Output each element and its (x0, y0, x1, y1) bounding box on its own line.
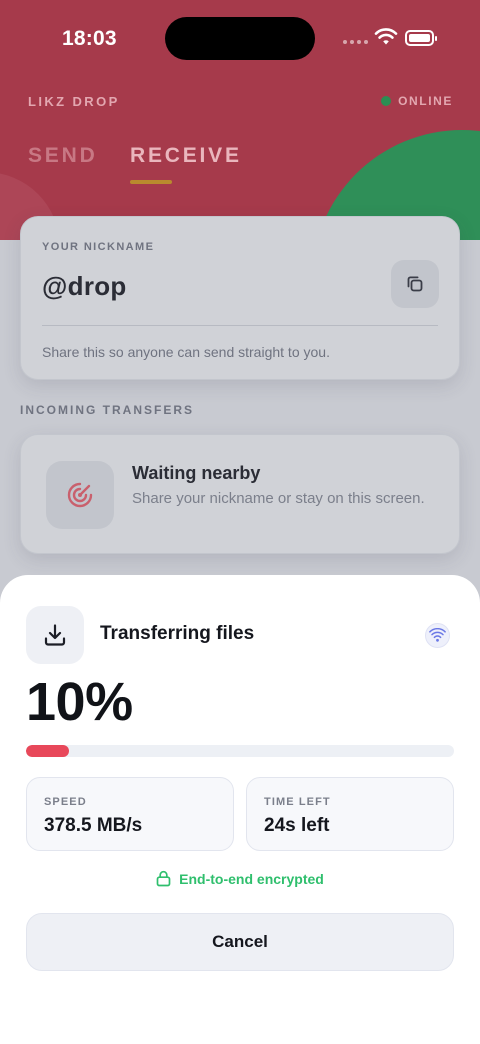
nickname-help-text: Share this so anyone can send straight t… (42, 344, 330, 360)
waiting-card: Waiting nearby Share your nickname or st… (20, 434, 460, 554)
nickname-value: @drop (42, 271, 127, 301)
lock-icon (156, 870, 171, 887)
speed-label: SPEED (44, 796, 87, 808)
copy-nickname-button[interactable] (391, 260, 439, 308)
app-brand: LIKZ DROP (28, 94, 120, 109)
active-tab-indicator (130, 180, 172, 184)
connection-badge (425, 623, 450, 648)
cellular-signal-icon (343, 40, 368, 44)
online-dot-icon (381, 96, 392, 106)
progress-bar-fill (26, 745, 69, 757)
status-time: 18:03 (62, 27, 117, 50)
cancel-button[interactable]: Cancel (26, 913, 454, 971)
download-icon-box (26, 606, 84, 664)
dynamic-island (165, 17, 315, 60)
online-status-label: ONLINE (398, 94, 453, 108)
copy-icon (407, 276, 423, 292)
status-bar: 18:03 (0, 0, 480, 80)
waiting-title: Waiting nearby (132, 463, 261, 483)
waiting-subtitle: Share your nickname or stay on this scre… (132, 490, 425, 507)
wifi-icon (429, 628, 446, 642)
wifi-status-icon (374, 28, 398, 45)
online-status: ONLINE (381, 94, 453, 108)
tab-send[interactable]: SEND (28, 144, 98, 168)
battery-icon (405, 30, 437, 46)
radar-icon (67, 482, 93, 508)
download-icon (44, 624, 66, 646)
speed-card: SPEED 378.5 MB/s (26, 777, 234, 851)
speed-value: 378.5 MB/s (44, 815, 143, 836)
radar-icon-box (46, 461, 114, 529)
incoming-transfers-heading: INCOMING TRANSFERS (20, 403, 194, 417)
progress-bar (26, 745, 454, 757)
time-left-label: TIME LEFT (264, 796, 331, 808)
progress-percent: 10% (26, 672, 133, 732)
time-left-card: TIME LEFT 24s left (246, 777, 454, 851)
encryption-label: End-to-end encrypted (179, 870, 324, 887)
divider (42, 325, 438, 326)
nickname-label: YOUR NICKNAME (42, 241, 155, 253)
sheet-title: Transferring files (100, 623, 255, 644)
transfer-sheet: Transferring files 10% SPEED 378.5 MB/s … (0, 575, 480, 1044)
header: 18:03 LIKZ DROP ONLINE SEND RECEIVE (0, 0, 480, 240)
nickname-card: YOUR NICKNAME @drop Share this so anyone… (20, 216, 460, 380)
encryption-notice: End-to-end encrypted (0, 870, 480, 887)
tab-receive[interactable]: RECEIVE (130, 144, 242, 168)
time-left-value: 24s left (264, 815, 330, 836)
